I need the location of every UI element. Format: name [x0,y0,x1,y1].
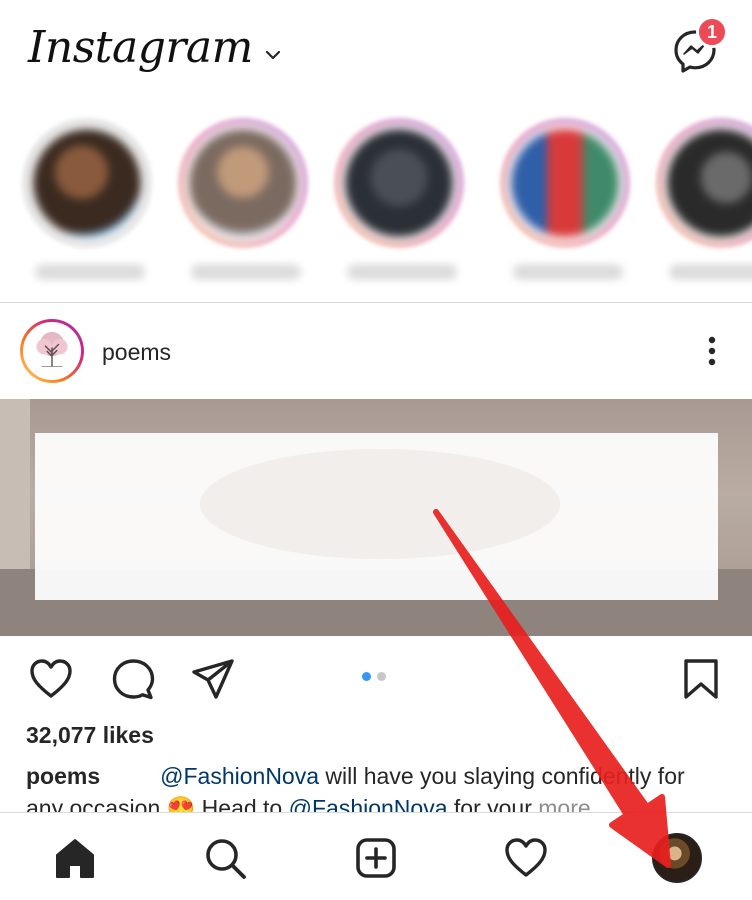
post-author-avatar[interactable] [20,319,84,383]
story-username [35,264,145,280]
story-ring [178,118,308,248]
bottom-navigation [0,812,752,900]
story-item[interactable] [178,118,314,280]
stories-tray[interactable] [0,100,752,300]
tree-logo-icon [36,331,68,368]
notification-badge: 1 [696,16,728,48]
story-item[interactable] [656,118,752,280]
story-avatar [184,124,302,242]
story-avatar [340,124,458,242]
carousel-dot [377,672,386,681]
more-vertical-icon[interactable] [700,333,724,369]
post-image[interactable] [0,399,752,636]
post-caption: poems @FashionNova will have you slaying … [26,760,726,816]
story-username [191,264,301,280]
story-username [513,264,623,280]
post-header: poems [0,303,752,399]
post-username[interactable]: poems [102,339,171,366]
story-item[interactable] [334,118,470,280]
home-icon[interactable] [52,835,98,881]
bookmark-icon[interactable] [678,656,724,702]
share-icon[interactable] [190,656,236,702]
top-bar: Instagram 1 [0,0,752,100]
profile-avatar[interactable] [652,833,702,883]
story-username [669,264,752,280]
search-icon[interactable] [202,835,248,881]
instagram-logo: Instagram [28,22,253,73]
story-ring [22,118,152,248]
caption-username[interactable]: poems [26,763,100,789]
story-avatar [506,124,624,242]
post-actions [0,636,752,720]
story-item[interactable] [500,118,636,280]
chevron-down-icon [265,50,280,59]
carousel-dot-active [362,672,371,681]
story-item[interactable] [22,118,158,280]
image-figure [200,449,560,559]
story-avatar [28,124,146,242]
story-ring [334,118,464,248]
story-avatar [662,124,752,242]
new-post-icon[interactable] [353,835,399,881]
story-ring [500,118,630,248]
like-count[interactable]: 32,077 likes [26,722,154,749]
comment-icon[interactable] [110,656,156,702]
story-username [347,264,457,280]
heart-icon[interactable] [28,656,74,702]
caption-mention[interactable]: @FashionNova [160,763,319,789]
story-ring [656,118,752,248]
carousel-indicator [362,672,386,681]
activity-icon[interactable] [503,835,549,881]
account-switcher[interactable]: Instagram [28,22,281,73]
